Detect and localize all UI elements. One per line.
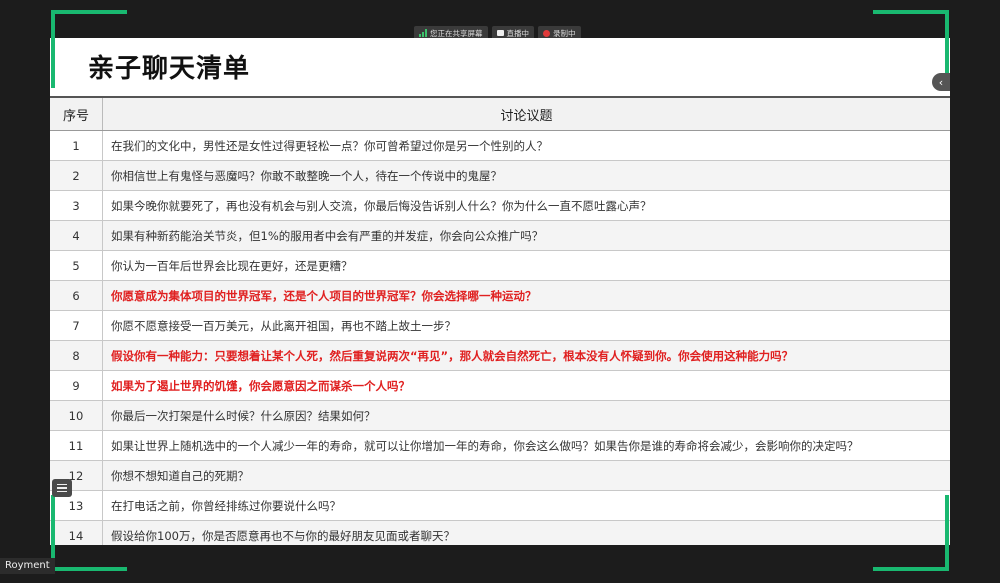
row-number: 5 [50,250,103,281]
row-topic: 你最后一次打架是什么时候？什么原因？结果如何？ [102,400,950,431]
row-topic: 你愿不愿意接受一百万美元，从此离开祖国，再也不踏上故土一步？ [102,310,950,341]
row-number: 2 [50,160,103,191]
frame-corner-top-left [51,10,127,88]
row-topic: 你想不想知道自己的死期？ [102,460,950,491]
row-topic: 在打电话之前，你曾经排练过你要说什么吗？ [102,490,950,521]
row-topic: 如果让世界上随机选中的一个人减少一年的寿命，就可以让你增加一年的寿命，你会这么做… [102,430,950,461]
row-topic: 你相信世上有鬼怪与恶魔吗？你敢不敢整晚一个人，待在一个传说中的鬼屋？ [102,160,950,191]
row-topic: 如果有种新药能治关节炎，但1%的服用者中会有严重的并发症，你会向公众推广吗？ [102,220,950,251]
table-row: 3 如果今晚你就要死了，再也没有机会与别人交流，你最后悔没告诉别人什么？你为什么一… [50,190,950,221]
record-icon [543,29,550,37]
row-number: 1 [50,130,103,161]
table-row: 9 如果为了遏止世界的饥馑，你会愿意因之而谋杀一个人吗？ [50,370,950,401]
table-header-row: 序号 讨论议题 [50,97,950,131]
row-number: 6 [50,280,103,311]
table-row: 6 你愿意成为集体项目的世界冠军，还是个人项目的世界冠军？你会选择哪一种运动？ [50,280,950,311]
row-number: 4 [50,220,103,251]
row-number: 7 [50,310,103,341]
list-icon[interactable] [52,479,72,497]
shared-slide: 亲子聊天清单 序号 讨论议题 1 在我们的文化中，男性还是女性过得更轻松一点？你可… [50,38,950,545]
row-topic: 在我们的文化中，男性还是女性过得更轻松一点？你可曾希望过你是另一个性别的人？ [102,130,950,161]
live-icon [496,30,504,36]
row-number: 9 [50,370,103,401]
topic-table-body: 1 在我们的文化中，男性还是女性过得更轻松一点？你可曾希望过你是另一个性别的人？ 2… [50,130,950,545]
row-number: 8 [50,340,103,371]
row-topic: 假设你有一种能力：只要想着让某个人死，然后重复说两次“再见”，那人就会自然死亡，… [102,340,950,371]
table-row: 7 你愿不愿意接受一百万美元，从此离开祖国，再也不踏上故土一步？ [50,310,950,341]
frame-corner-bottom-right [873,495,949,571]
table-row: 11 如果让世界上随机选中的一个人减少一年的寿命，就可以让你增加一年的寿命，你会这… [50,430,950,461]
row-number: 3 [50,190,103,221]
table-row: 4 如果有种新药能治关节炎，但1%的服用者中会有严重的并发症，你会向公众推广吗？ [50,220,950,251]
row-topic: 你认为一百年后世界会比现在更好，还是更糟？ [102,250,950,281]
side-panel-toggle[interactable]: ‹ [932,73,950,91]
chevron-left-icon: ‹ [938,75,944,89]
participant-name-tag: Royment [0,558,55,574]
live-label: 直播中 [506,28,530,38]
row-topic: 假设给你100万，你是否愿意再也不与你的最好朋友见面或者聊天？ [102,520,950,545]
table-row: 2 你相信世上有鬼怪与恶魔吗？你敢不敢整晚一个人，待在一个传说中的鬼屋？ [50,160,950,191]
row-topic: 你愿意成为集体项目的世界冠军，还是个人项目的世界冠军？你会选择哪一种运动？ [102,280,950,311]
row-number: 11 [50,430,103,461]
recording-label: 录制中 [553,28,576,38]
header-number: 序号 [50,97,103,131]
row-topic: 如果为了遏止世界的饥馑，你会愿意因之而谋杀一个人吗？ [102,370,950,401]
frame-corner-bottom-left [51,495,127,571]
header-topic: 讨论议题 [102,97,950,131]
signal-bars-icon [419,29,427,37]
table-row: 13 在打电话之前，你曾经排练过你要说什么吗？ [50,490,950,521]
table-row: 14 假设给你100万，你是否愿意再也不与你的最好朋友见面或者聊天？ [50,520,950,545]
table-row: 12 你想不想知道自己的死期？ [50,460,950,491]
table-row: 10 你最后一次打架是什么时候？什么原因？结果如何？ [50,400,950,431]
sharing-label: 您正在共享屏幕 [430,28,483,38]
topic-table: 序号 讨论议题 1 在我们的文化中，男性还是女性过得更轻松一点？你可曾希望过你是另… [50,96,950,545]
table-row: 1 在我们的文化中，男性还是女性过得更轻松一点？你可曾希望过你是另一个性别的人？ [50,130,950,161]
row-number: 10 [50,400,103,431]
table-row: 5 你认为一百年后世界会比现在更好，还是更糟？ [50,250,950,281]
table-row: 8 假设你有一种能力：只要想着让某个人死，然后重复说两次“再见”，那人就会自然死亡… [50,340,950,371]
row-topic: 如果今晚你就要死了，再也没有机会与别人交流，你最后悔没告诉别人什么？你为什么一直… [102,190,950,221]
